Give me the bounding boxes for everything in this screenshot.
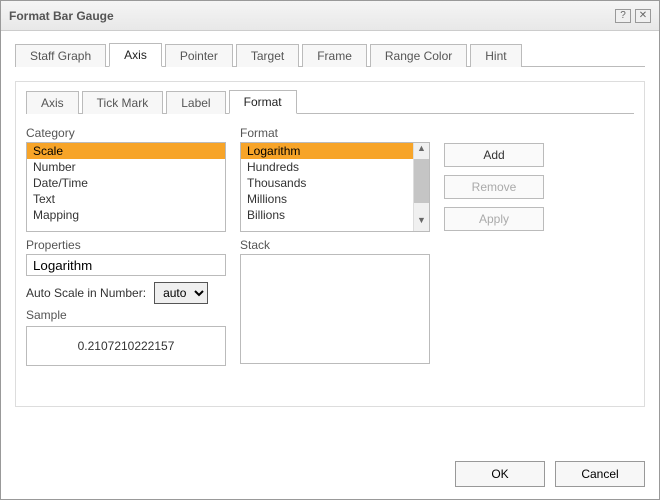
subtab-format[interactable]: Format	[229, 90, 297, 114]
tab-target[interactable]: Target	[236, 44, 299, 67]
scroll-thumb[interactable]	[414, 159, 429, 203]
format-label: Format	[240, 126, 430, 140]
tab-pointer[interactable]: Pointer	[165, 44, 233, 67]
format-item-hundreds[interactable]: Hundreds	[241, 159, 429, 175]
format-item-billions[interactable]: Billions	[241, 207, 429, 223]
help-icon[interactable]: ?	[615, 9, 631, 23]
dialog-content: Staff Graph Axis Pointer Target Frame Ra…	[1, 31, 659, 407]
format-item-millions[interactable]: Millions	[241, 191, 429, 207]
format-item-thousands[interactable]: Thousands	[241, 175, 429, 191]
inner-tab-strip: Axis Tick Mark Label Format	[26, 88, 634, 114]
category-item-text[interactable]: Text	[27, 191, 225, 207]
apply-button[interactable]: Apply	[444, 207, 544, 231]
subtab-axis[interactable]: Axis	[26, 91, 79, 114]
format-listbox[interactable]: Logarithm Hundreds Thousands Millions Bi…	[240, 142, 430, 232]
category-item-scale[interactable]: Scale	[27, 143, 225, 159]
auto-scale-row: Auto Scale in Number: auto	[26, 282, 226, 304]
scroll-track[interactable]	[414, 203, 429, 215]
category-item-mapping[interactable]: Mapping	[27, 207, 225, 223]
subtab-tick-mark[interactable]: Tick Mark	[82, 91, 164, 114]
category-item-datetime[interactable]: Date/Time	[27, 175, 225, 191]
add-button[interactable]: Add	[444, 143, 544, 167]
tab-range-color[interactable]: Range Color	[370, 44, 467, 67]
sample-value: 0.2107210222157	[78, 339, 175, 353]
format-item-logarithm[interactable]: Logarithm	[241, 143, 429, 159]
scroll-up-icon[interactable]: ▲	[414, 143, 429, 159]
format-column: Format Logarithm Hundreds Thousands Mill…	[240, 126, 430, 366]
tab-frame[interactable]: Frame	[302, 44, 367, 67]
titlebar: Format Bar Gauge ? ✕	[1, 1, 659, 31]
outer-tab-strip: Staff Graph Axis Pointer Target Frame Ra…	[15, 41, 645, 67]
stack-listbox[interactable]	[240, 254, 430, 364]
category-listbox[interactable]: Scale Number Date/Time Text Mapping	[26, 142, 226, 232]
dialog-title: Format Bar Gauge	[9, 9, 611, 23]
side-buttons-column: Add Remove Apply	[444, 126, 544, 366]
format-body: Category Scale Number Date/Time Text Map…	[26, 126, 634, 366]
category-item-number[interactable]: Number	[27, 159, 225, 175]
auto-scale-label: Auto Scale in Number:	[26, 286, 146, 300]
tab-staff-graph[interactable]: Staff Graph	[15, 44, 106, 67]
format-scrollbar[interactable]: ▲ ▼	[413, 143, 429, 231]
properties-input[interactable]	[26, 254, 226, 276]
dialog-window: Format Bar Gauge ? ✕ Staff Graph Axis Po…	[0, 0, 660, 500]
category-label: Category	[26, 126, 226, 140]
stack-label: Stack	[240, 238, 430, 252]
ok-button[interactable]: OK	[455, 461, 545, 487]
sample-label: Sample	[26, 308, 226, 322]
tab-hint[interactable]: Hint	[470, 44, 521, 67]
sample-box: 0.2107210222157	[26, 326, 226, 366]
properties-label: Properties	[26, 238, 226, 252]
scroll-down-icon[interactable]: ▼	[414, 215, 429, 231]
axis-panel: Axis Tick Mark Label Format Category Sca…	[15, 81, 645, 407]
subtab-label[interactable]: Label	[166, 91, 225, 114]
close-icon[interactable]: ✕	[635, 9, 651, 23]
tab-axis[interactable]: Axis	[109, 43, 162, 67]
cancel-button[interactable]: Cancel	[555, 461, 645, 487]
auto-scale-select[interactable]: auto	[154, 282, 208, 304]
dialog-footer: OK Cancel	[455, 461, 645, 487]
remove-button[interactable]: Remove	[444, 175, 544, 199]
category-column: Category Scale Number Date/Time Text Map…	[26, 126, 226, 366]
